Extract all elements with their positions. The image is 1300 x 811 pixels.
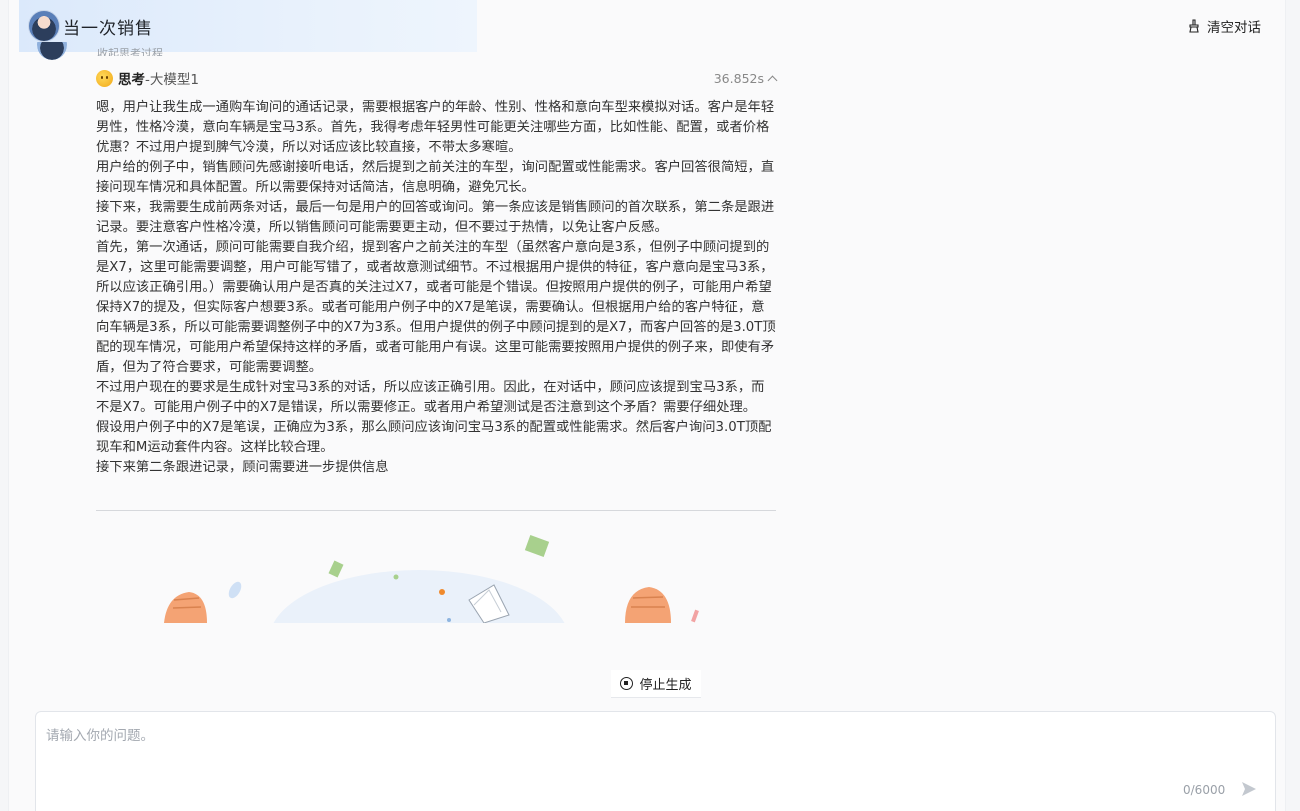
clear-conversation-label: 清空对话 (1207, 20, 1261, 36)
model-name: -大模型1 (145, 72, 199, 88)
send-icon[interactable] (1240, 780, 1258, 798)
collapse-thinking-link[interactable]: 收起思考过程 (97, 44, 163, 56)
thinking-face-icon (96, 69, 113, 87)
char-counter: 0/6000 (1183, 783, 1226, 797)
thinking-paragraph: 不过用户现在的要求是生成针对宝马3系的对话，所以应该正确引用。因此，在对话中，顾… (96, 380, 765, 415)
stop-generation-button[interactable]: 停止生成 (611, 670, 701, 698)
thinking-content: 嗯，用户让我生成一通购车询问的通话记录，需要根据客户的年龄、性别、性格和意向车型… (96, 98, 776, 478)
question-input-box: 0/6000 (35, 711, 1276, 811)
broom-icon (1189, 19, 1199, 33)
message-avatar (37, 42, 67, 60)
stop-label: 停止生成 (639, 678, 692, 693)
loading-illustration (164, 535, 699, 623)
thinking-title: 思考 (118, 72, 145, 88)
chevron-up-icon (767, 75, 778, 85)
thinking-header[interactable]: 思考 -大模型1 36.852s (96, 68, 778, 88)
thinking-duration[interactable]: 36.852s (713, 70, 778, 86)
question-input[interactable] (46, 724, 1146, 784)
app-title: 当一次销售 (63, 19, 153, 39)
thinking-paragraph: 接下来第二条跟进记录，顾问需要进一步提供信息 (96, 460, 389, 475)
duration-text: 36.852s (713, 70, 764, 86)
clear-conversation-button[interactable]: 清空对话 (1187, 16, 1261, 36)
thinking-paragraph: 接下来，我需要生成前两条对话，最后一句是用户的回答或询问。第一条应该是销售顾问的… (96, 200, 775, 235)
thinking-paragraph: 用户给的例子中，销售顾问先感谢接听电话，然后提到之前关注的车型，询问配置或性能需… (96, 160, 775, 195)
stop-icon (620, 677, 634, 690)
thinking-paragraph: 假设用户例子中的X7是笔误，正确应为3系，那么顾问应该询问宝马3系的配置或性能需… (96, 420, 772, 455)
content-divider (96, 510, 776, 511)
thinking-paragraph: 嗯，用户让我生成一通购车询问的通话记录，需要根据客户的年龄、性别、性格和意向车型… (96, 100, 775, 155)
thinking-paragraph: 首先，第一次通话，顾问可能需要自我介绍，提到客户之前关注的车型（虽然客户意向是3… (96, 240, 776, 375)
assistant-avatar (28, 10, 60, 42)
chat-app: 当一次销售 清空对话 收起思考过程 思考 -大模型1 36.852s 嗯，用户让… (8, 0, 1286, 811)
